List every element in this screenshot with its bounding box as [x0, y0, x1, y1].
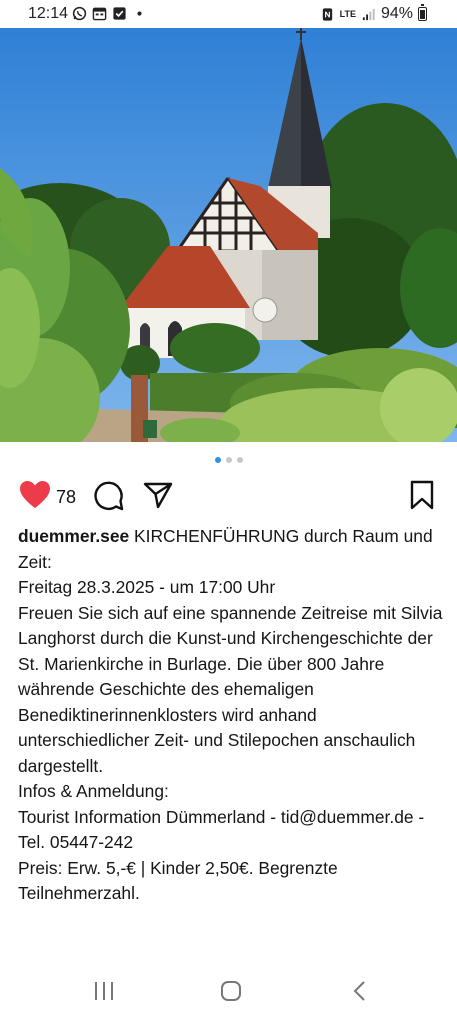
- battery-icon: [418, 4, 427, 21]
- calendar-icon: [92, 7, 107, 21]
- carousel-dot: [214, 457, 221, 463]
- heart-icon[interactable]: [19, 480, 51, 510]
- network-type: LTE: [339, 9, 356, 19]
- bookmark-icon[interactable]: [409, 480, 435, 510]
- more-dot-icon: [137, 11, 142, 16]
- church-photo-illustration: [0, 28, 457, 442]
- battery-percent: 94%: [380, 5, 413, 22]
- notification-icons: [72, 6, 147, 21]
- like-count[interactable]: 78: [56, 487, 76, 508]
- post-username[interactable]: duemmer.see: [18, 526, 129, 546]
- carousel-dot: [236, 457, 243, 463]
- post-photo[interactable]: [0, 28, 457, 442]
- signal-icon: [362, 8, 375, 20]
- recent-apps-icon[interactable]: [93, 980, 115, 1002]
- caption-line: Tourist Information Dümmerland - tid@due…: [18, 806, 425, 853]
- status-bar: 12:14 LTE 94%: [0, 0, 457, 28]
- comment-icon[interactable]: [93, 480, 124, 511]
- system-icons: LTE 94%: [320, 4, 427, 23]
- carousel-indicator: [0, 457, 457, 463]
- post-caption: duemmer.see KIRCHENFÜHRUNG durch Raum un…: [18, 524, 443, 907]
- caption-heading: duemmer.see KIRCHENFÜHRUNG durch Raum un…: [18, 524, 443, 575]
- caption-line: Freuen Sie sich auf eine spannende Zeitr…: [18, 602, 443, 776]
- caption-line: Infos & Anmeldung:: [18, 781, 169, 801]
- back-icon[interactable]: [350, 980, 372, 1002]
- whatsapp-icon: [72, 6, 87, 21]
- post-actions: 78: [0, 480, 457, 514]
- caption-line: Preis: Erw. 5,-€ | Kinder 2,50€. Begrenz…: [18, 857, 338, 904]
- status-time: 12:14: [28, 5, 69, 22]
- carousel-dot: [225, 457, 232, 463]
- home-icon[interactable]: [220, 980, 242, 1002]
- android-nav-bar: [0, 970, 457, 1020]
- nfc-icon: [322, 7, 332, 21]
- share-icon[interactable]: [143, 480, 173, 510]
- checkbox-icon: [113, 7, 126, 20]
- caption-line: Freitag 28.3.2025 - um 17:00 Uhr: [18, 577, 276, 597]
